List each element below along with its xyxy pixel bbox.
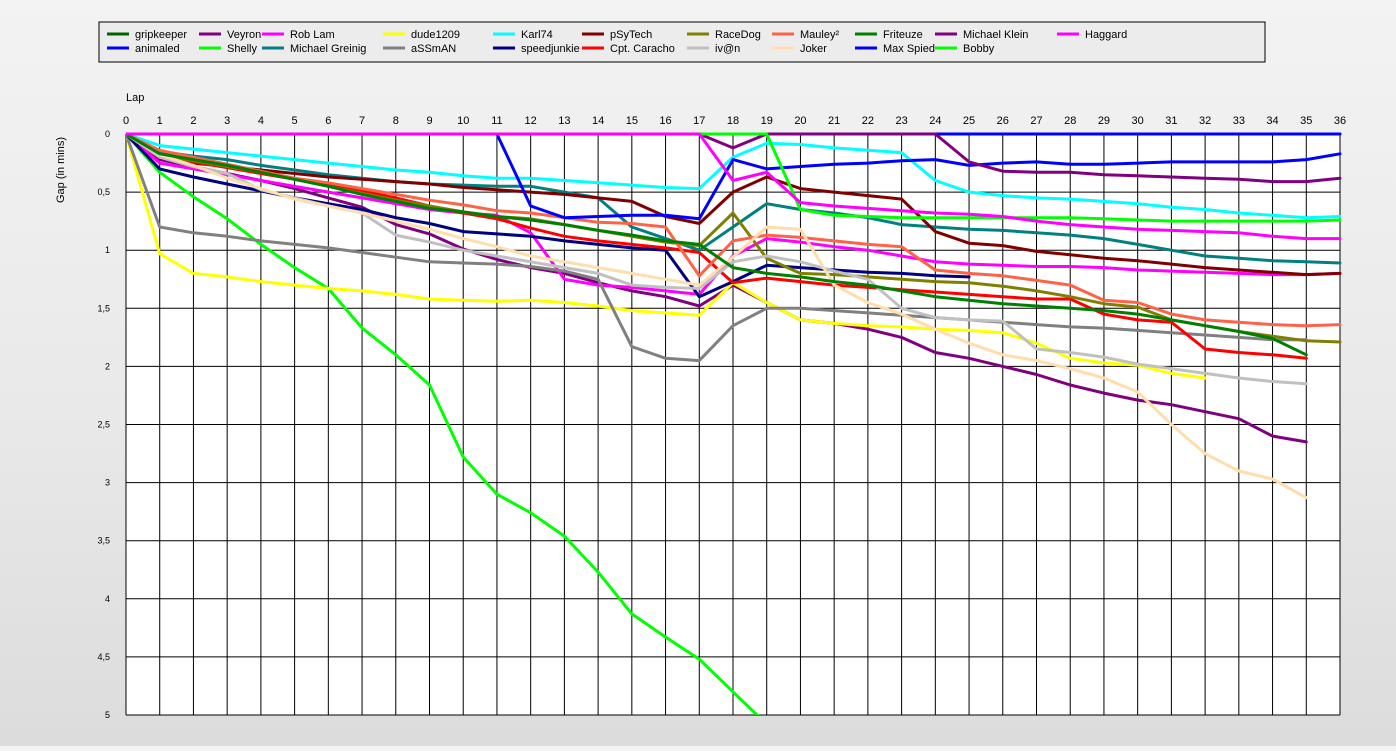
x-tick-label: 3: [224, 115, 230, 127]
x-tick-label: 31: [1165, 115, 1177, 127]
y-tick-label: 4,5: [97, 652, 110, 662]
gap-chart: 0 1 2 3 4 5 6 7 8 9 10 11 12 13 14 15 16 17 18 19 20 21 22 23 24…: [55, 21, 1346, 720]
y-tick-label: 2: [105, 361, 110, 371]
x-tick-label: 8: [393, 115, 399, 127]
legend-label: speedjunkie: [521, 43, 580, 55]
x-tick-label: 14: [592, 115, 604, 127]
x-tick-label: 18: [727, 115, 739, 127]
x-tick-label: 5: [292, 115, 298, 127]
y-tick-label: 4: [105, 594, 110, 604]
x-tick-label: 30: [1132, 115, 1144, 127]
x-tick-label: 11: [491, 115, 502, 127]
y-tick-label: 2,5: [97, 420, 110, 430]
x-tick-label: 4: [258, 115, 264, 127]
x-tick-label: 9: [426, 115, 432, 127]
x-tick-label: 16: [659, 115, 671, 127]
legend-label: Karl74: [521, 29, 553, 41]
x-tick-label: 10: [457, 115, 469, 127]
legend-label: Rob Lam: [290, 29, 335, 41]
legend-label: Joker: [800, 43, 827, 55]
legend-label: Veyron: [227, 29, 261, 41]
legend-label: Friteuze: [883, 29, 923, 41]
y-axis-label: Gap (in mins): [55, 137, 67, 203]
legend-label: gripkeeper: [135, 29, 187, 41]
y-tick-label: 3,5: [97, 536, 110, 546]
x-tick-label: 1: [157, 115, 163, 127]
legend-box: [98, 21, 1266, 63]
x-tick-label: 35: [1300, 115, 1312, 127]
legend-label: Max Spied: [883, 43, 935, 55]
y-tick-label: 5: [105, 710, 110, 720]
x-tick-label: 24: [929, 115, 941, 127]
legend-label: animaled: [135, 43, 180, 55]
x-tick-label: 28: [1064, 115, 1076, 127]
x-tick-label: 23: [895, 115, 907, 127]
y-tick-label: 3: [105, 478, 110, 488]
x-tick-label: 36: [1334, 115, 1346, 127]
y-tick-label: 0,5: [97, 187, 110, 197]
legend-label: Shelly: [227, 43, 257, 55]
legend-label: RaceDog: [715, 29, 761, 41]
legend-label: iv@n: [715, 43, 740, 55]
legend-label: pSyTech: [610, 29, 652, 41]
x-tick-label: 12: [525, 115, 537, 127]
legend-label: Michael Greinig: [290, 43, 366, 55]
x-tick-label: 33: [1233, 115, 1245, 127]
x-tick-label: 19: [761, 115, 773, 127]
y-tick-label: 1: [105, 245, 110, 255]
legend-label: Michael Klein: [963, 29, 1028, 41]
x-tick-label: 17: [693, 115, 705, 127]
x-tick-label: 22: [862, 115, 874, 127]
x-tick-label: 20: [794, 115, 806, 127]
chart-root: 0 1 2 3 4 5 6 7 8 9 10 11 12 13 14 15 16 17 18 19 20 21 22 23 24…: [0, 0, 1396, 746]
legend: gripkeeper animaled Veyron Shelly Rob Lam Mic…: [98, 21, 1266, 63]
x-tick-label: 26: [997, 115, 1009, 127]
legend-label: Cpt. Caracho: [610, 43, 675, 55]
x-tick-label: 25: [963, 115, 975, 127]
y-tick-label: 1,5: [97, 303, 110, 313]
x-tick-label: 15: [626, 115, 638, 127]
y-tick-label: 0: [105, 129, 110, 139]
legend-label: Haggard: [1085, 29, 1127, 41]
x-axis-label: Lap: [126, 92, 144, 104]
legend-label: aSSmAN: [411, 43, 456, 55]
x-tick-label: 29: [1098, 115, 1110, 127]
x-tick-label: 32: [1199, 115, 1211, 127]
x-tick-label: 2: [190, 115, 196, 127]
x-tick-label: 13: [558, 115, 570, 127]
x-tick-label: 6: [325, 115, 331, 127]
legend-label: dude1209: [411, 29, 460, 41]
legend-label: Bobby: [963, 43, 995, 55]
legend-label: Mauley²: [800, 29, 839, 41]
x-tick-label: 27: [1030, 115, 1042, 127]
x-tick-label: 21: [828, 115, 840, 127]
x-tick-label: 7: [359, 115, 365, 127]
x-tick-label: 34: [1266, 115, 1278, 127]
x-tick-label: 0: [123, 115, 129, 127]
